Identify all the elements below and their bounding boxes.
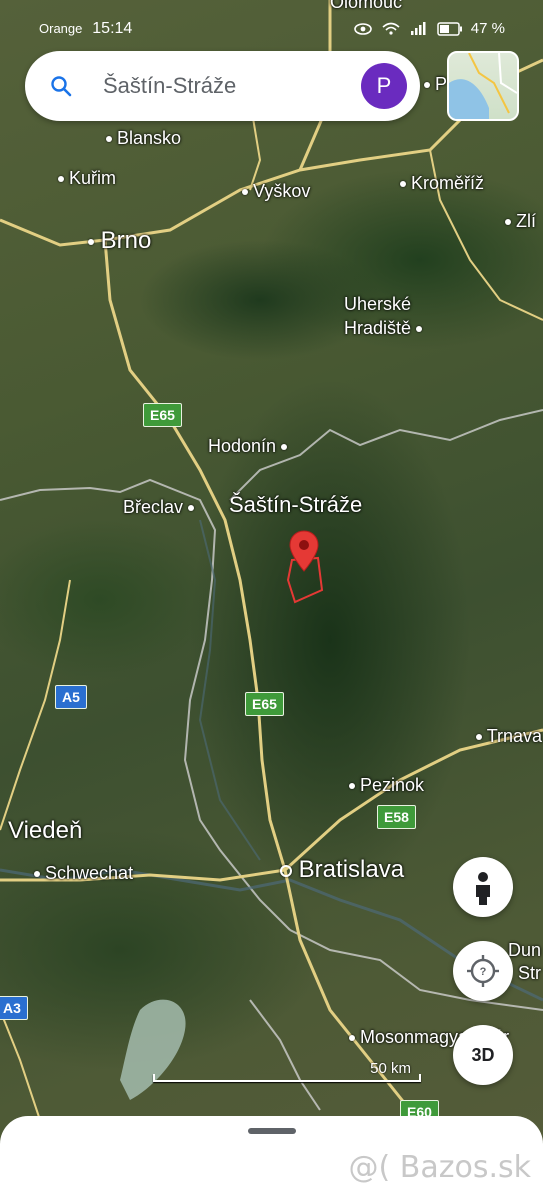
scale-bar-line bbox=[153, 1074, 421, 1082]
place-hradiste[interactable]: Hradiště bbox=[344, 318, 423, 339]
road-shield-e65: E65 bbox=[143, 403, 182, 427]
place-p[interactable]: P bbox=[424, 74, 447, 95]
city-dot bbox=[416, 326, 423, 333]
pezinok-label: Pezinok bbox=[360, 775, 425, 795]
kurim-label: Kuřim bbox=[69, 168, 117, 188]
bratislava-label: Bratislava bbox=[298, 856, 405, 883]
city-dot bbox=[34, 871, 40, 878]
street-view-button[interactable] bbox=[453, 857, 513, 917]
location-pin-icon[interactable] bbox=[289, 530, 319, 572]
city-dot bbox=[106, 136, 112, 143]
place-uherske[interactable]: Uherské bbox=[344, 294, 411, 315]
breclav-label: Břeclav bbox=[123, 497, 184, 517]
city-dot bbox=[424, 82, 430, 89]
place-blansko[interactable]: Blansko bbox=[106, 128, 181, 149]
brno-label: Brno bbox=[100, 227, 152, 254]
place-hodonin[interactable]: Hodonín bbox=[208, 436, 288, 457]
road-shield-a3: A3 bbox=[0, 996, 28, 1020]
city-dot bbox=[58, 176, 64, 183]
signal-icon bbox=[411, 22, 426, 36]
3d-view-button[interactable]: 3D bbox=[453, 1025, 513, 1085]
vyskov-label: Vyškov bbox=[253, 181, 311, 201]
city-dot bbox=[188, 505, 195, 512]
avatar[interactable]: P bbox=[361, 63, 407, 109]
location-unknown-icon: ? bbox=[467, 955, 499, 987]
place-zlin[interactable]: Zlí bbox=[505, 211, 536, 232]
search-icon[interactable] bbox=[49, 74, 73, 98]
place-kromeriz[interactable]: Kroměříž bbox=[400, 173, 484, 194]
city-dot bbox=[505, 219, 511, 226]
trnava-label: Trnava bbox=[486, 726, 543, 746]
scale-bar: 50 km bbox=[153, 1060, 421, 1090]
place-vyskov[interactable]: Vyškov bbox=[242, 181, 310, 202]
hradiste-label: Hradiště bbox=[344, 318, 412, 338]
city-dot bbox=[476, 734, 482, 741]
place-bratislava[interactable]: Bratislava bbox=[280, 856, 404, 884]
place-kurim[interactable]: Kuřim bbox=[58, 168, 116, 189]
map-layers-button[interactable] bbox=[447, 51, 519, 121]
svg-text:?: ? bbox=[480, 966, 487, 978]
eye-icon bbox=[354, 23, 372, 35]
place-schwechat[interactable]: Schwechat bbox=[34, 863, 133, 884]
road-shield-e65: E65 bbox=[245, 692, 284, 716]
zlin-label: Zlí bbox=[516, 211, 537, 231]
place-viden[interactable]: Viedeň bbox=[8, 817, 82, 845]
search-query[interactable]: Šaštín-Stráže bbox=[103, 73, 236, 99]
city-dot bbox=[88, 238, 94, 245]
sastin-label: Šaštín-Stráže bbox=[229, 492, 363, 517]
battery-icon bbox=[436, 22, 462, 36]
uherske-label: Uherské bbox=[344, 294, 412, 314]
str-label: Str bbox=[518, 963, 542, 983]
road-shield-a5: A5 bbox=[55, 685, 87, 709]
carrier-name: Orange bbox=[39, 21, 83, 36]
blansko-label: Blansko bbox=[117, 128, 182, 148]
city-dot bbox=[349, 1035, 355, 1042]
p-label: P bbox=[435, 74, 448, 94]
status-bar: Orange 15:14 47 % bbox=[0, 0, 543, 44]
battery-level: 47 % bbox=[470, 20, 505, 37]
city-dot bbox=[281, 444, 288, 451]
clock: 15:14 bbox=[92, 20, 133, 37]
pegman-icon bbox=[476, 872, 490, 905]
map-preview-icon bbox=[449, 53, 517, 119]
watermark-logo: @( Bazos.sk bbox=[348, 1150, 531, 1185]
city-dot bbox=[349, 783, 355, 790]
hodonin-label: Hodonín bbox=[208, 436, 277, 456]
capital-marker bbox=[280, 864, 292, 877]
place-brno[interactable]: Brno bbox=[88, 227, 151, 255]
city-dot bbox=[400, 181, 406, 188]
search-bar[interactable]: Šaštín-Stráže P bbox=[25, 51, 420, 121]
place-sastin[interactable]: Šaštín-Stráže bbox=[229, 492, 362, 518]
place-breclav[interactable]: Břeclav bbox=[123, 497, 195, 518]
my-location-button[interactable]: ? bbox=[453, 941, 513, 1001]
schwechat-label: Schwechat bbox=[45, 863, 134, 883]
place-str[interactable]: Str bbox=[518, 963, 541, 984]
map-canvas[interactable]: Olomouc P Blansko Kuřim Vyškov Kroměříž … bbox=[0, 0, 543, 1200]
kromeriz-label: Kroměříž bbox=[411, 173, 485, 193]
wifi-icon bbox=[382, 22, 400, 35]
place-trnava[interactable]: Trnava bbox=[476, 726, 542, 747]
road-shield-e58: E58 bbox=[377, 805, 416, 829]
drag-handle[interactable] bbox=[248, 1128, 296, 1134]
city-dot bbox=[242, 189, 248, 196]
viden-label: Viedeň bbox=[8, 817, 83, 844]
place-pezinok[interactable]: Pezinok bbox=[349, 775, 424, 796]
